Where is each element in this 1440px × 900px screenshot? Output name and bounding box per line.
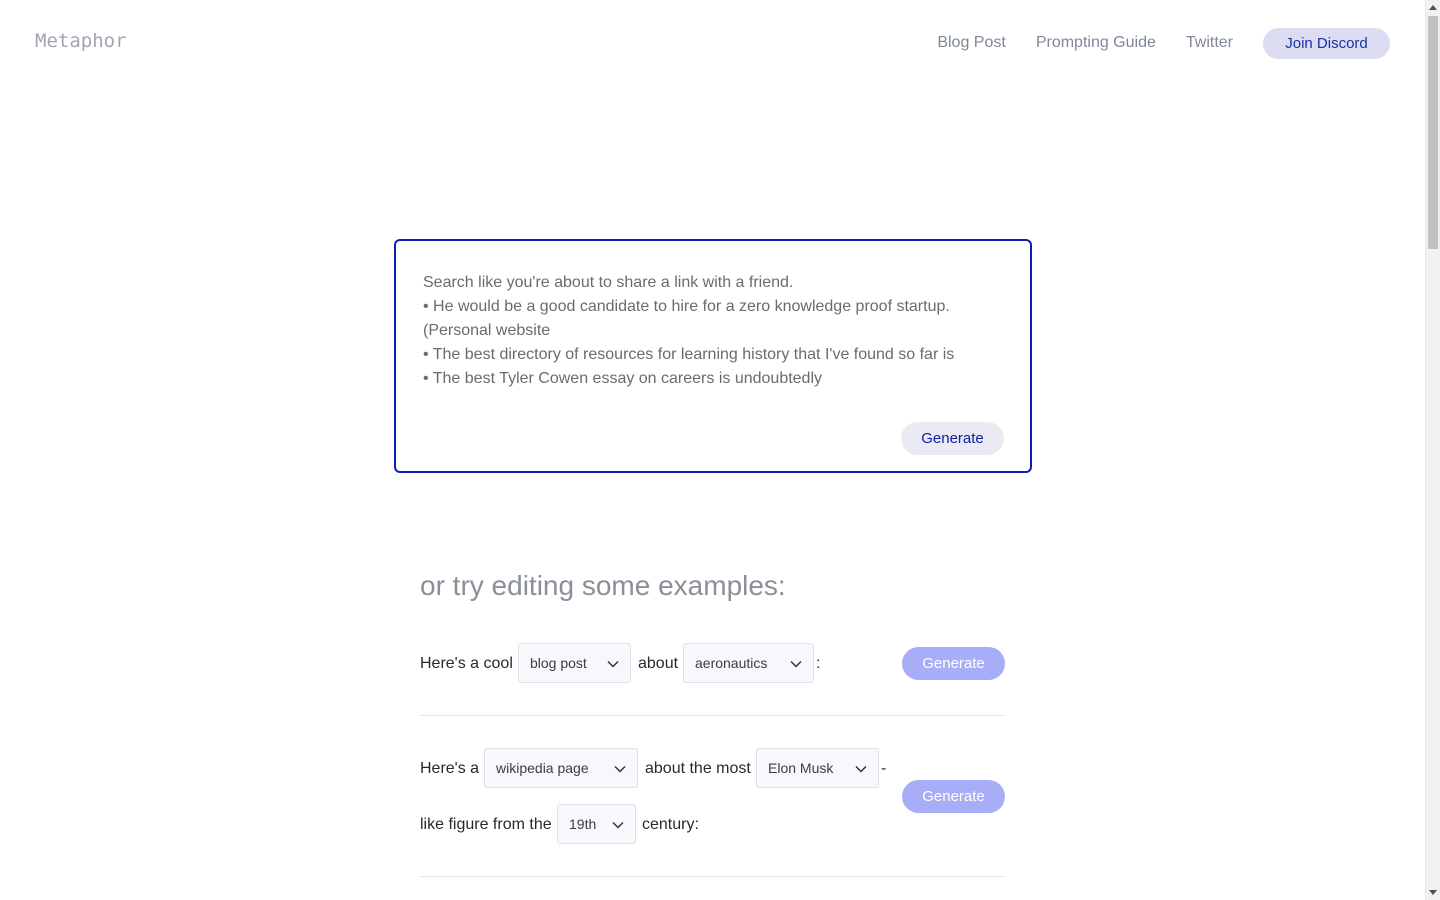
example1-type-select[interactable]: blog post: [518, 643, 631, 683]
divider: [420, 715, 1005, 716]
example2-generate-button[interactable]: Generate: [902, 780, 1005, 813]
generate-button[interactable]: Generate: [901, 422, 1004, 455]
chevron-down-icon: [790, 660, 802, 668]
example2-suffix: century:: [642, 816, 699, 833]
example2-person-select[interactable]: Elon Musk: [756, 748, 879, 788]
example2-middle: about the most: [645, 760, 751, 777]
top-nav: Blog Post Prompting Guide Twitter Join D…: [937, 27, 1390, 59]
example2-century-select[interactable]: 19th: [557, 804, 636, 844]
divider: [420, 876, 1005, 877]
select-value: aeronautics: [695, 655, 768, 671]
example1-generate-button[interactable]: Generate: [902, 647, 1005, 680]
placeholder-line: • The best directory of resources for le…: [423, 346, 955, 363]
example1-suffix: :: [816, 655, 821, 672]
select-value: Elon Musk: [768, 760, 834, 776]
page: Metaphor Blog Post Prompting Guide Twitt…: [0, 0, 1425, 900]
example2-dash: -: [881, 760, 887, 777]
placeholder-line: Search like you're about to share a link…: [423, 274, 794, 291]
nav-prompting-guide[interactable]: Prompting Guide: [1036, 34, 1156, 52]
chevron-down-icon: [855, 765, 867, 773]
example2-type-select[interactable]: wikipedia page: [484, 748, 638, 788]
placeholder-line: • He would be a good candidate to hire f…: [423, 298, 950, 315]
examples-heading: or try editing some examples:: [420, 570, 786, 601]
select-value: wikipedia page: [496, 760, 589, 776]
logo[interactable]: Metaphor: [35, 30, 127, 52]
scroll-down-icon[interactable]: [1429, 890, 1437, 895]
select-value: blog post: [530, 655, 587, 671]
example1-middle: about: [638, 655, 679, 672]
search-placeholder: Search like you're about to share a link…: [423, 271, 954, 391]
select-value: 19th: [569, 816, 597, 832]
chevron-down-icon: [607, 660, 619, 668]
join-discord-button[interactable]: Join Discord: [1263, 27, 1390, 59]
search-textarea[interactable]: Search like you're about to share a link…: [394, 239, 1032, 473]
example2-prefix: Here's a: [420, 760, 480, 777]
example1-topic-select[interactable]: aeronautics: [683, 643, 814, 683]
scrollbar-thumb[interactable]: [1428, 16, 1438, 249]
placeholder-line: (Personal website: [423, 322, 551, 339]
placeholder-line: • The best Tyler Cowen essay on careers …: [423, 370, 823, 387]
nav-blog-post[interactable]: Blog Post: [937, 34, 1005, 52]
chevron-down-icon: [614, 765, 626, 773]
chevron-down-icon: [612, 821, 624, 829]
nav-twitter[interactable]: Twitter: [1186, 34, 1233, 52]
example1-prefix: Here's a cool: [420, 655, 513, 672]
vertical-scrollbar[interactable]: [1425, 0, 1440, 900]
example2-line2-prefix: like figure from the: [420, 816, 552, 833]
scroll-up-icon[interactable]: [1429, 5, 1437, 10]
